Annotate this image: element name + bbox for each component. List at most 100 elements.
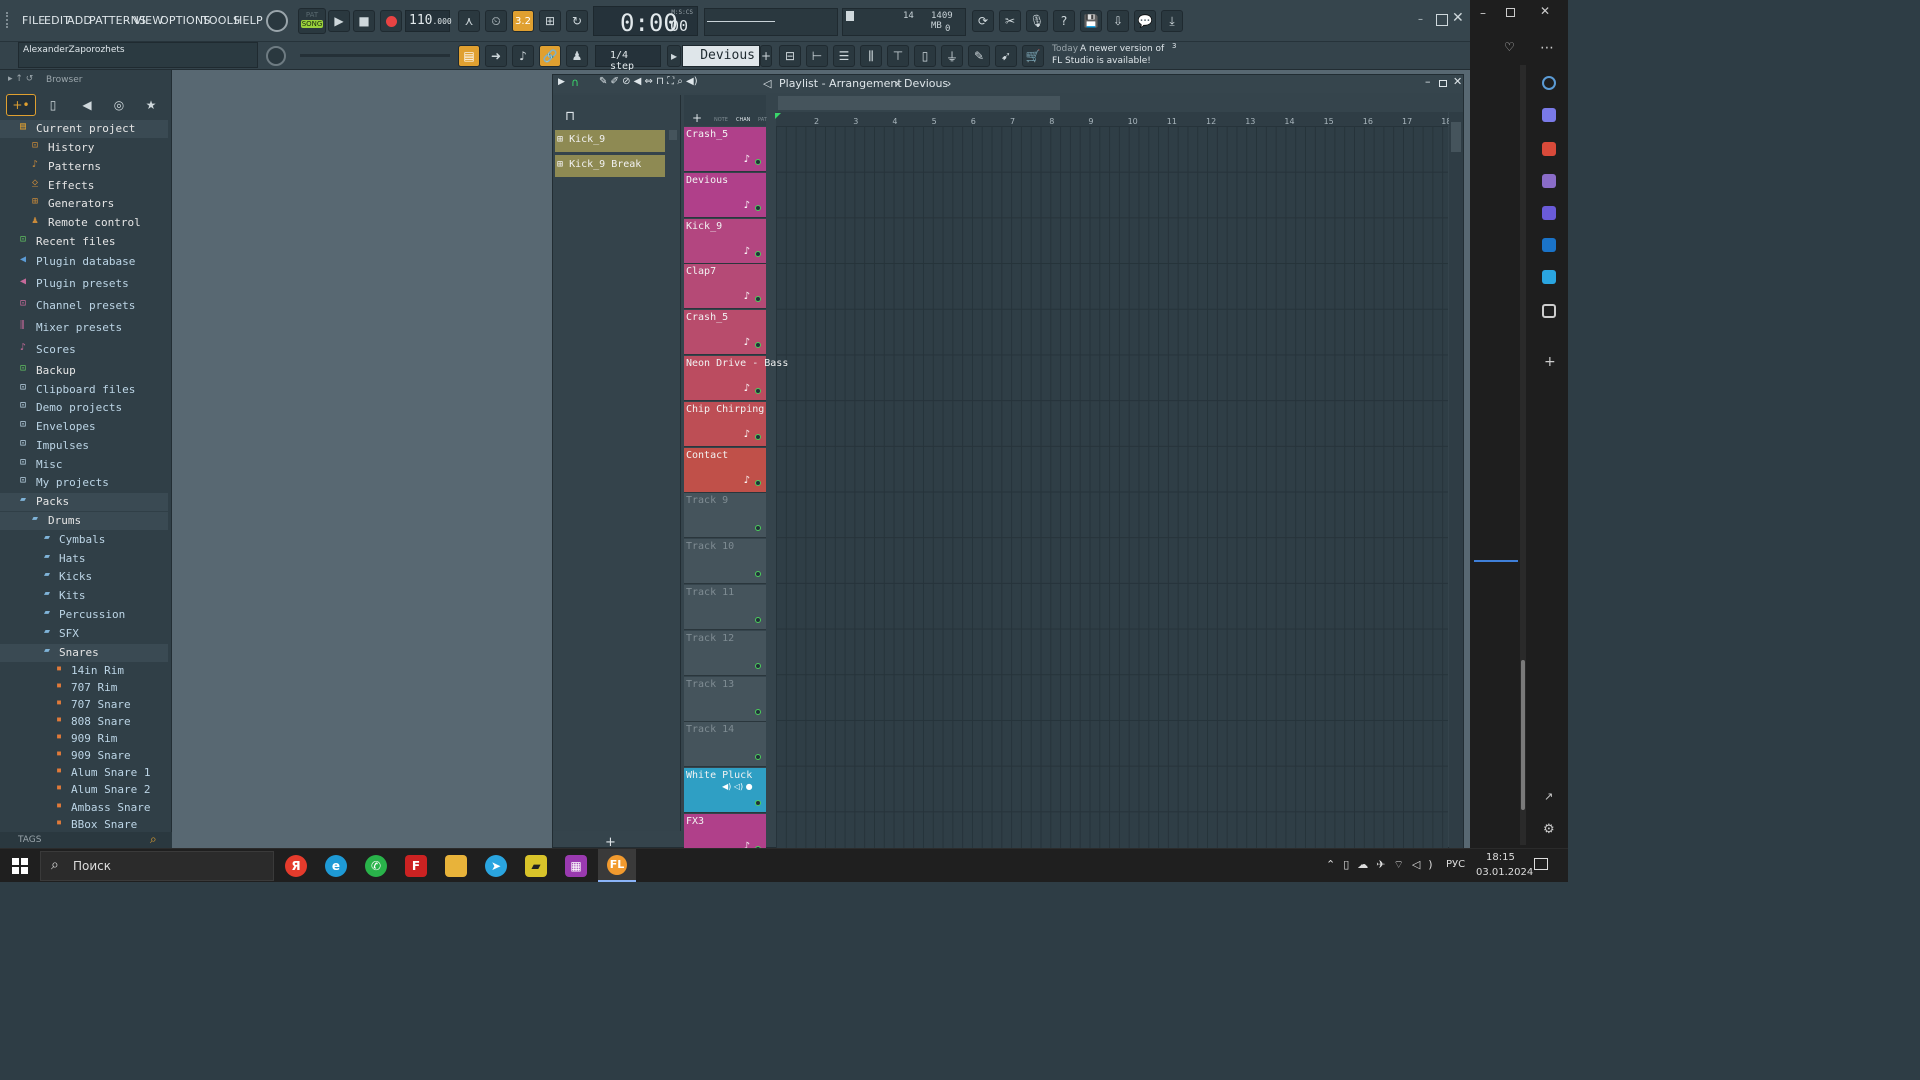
browser-favorites-tab[interactable]: ★ [140, 94, 162, 116]
countdown-button[interactable]: 3.2 [512, 10, 534, 32]
browser-files-tab[interactable]: ▯ [42, 94, 64, 116]
browser-item[interactable]: ⊡ Misc [0, 456, 168, 474]
track-header[interactable]: Neon Drive - Bass ♪ [684, 356, 788, 401]
tiles-app-icon[interactable]: ▰ [525, 855, 547, 877]
col-pat[interactable]: PAT [758, 117, 767, 123]
browser-item[interactable]: ▰ Kits [0, 587, 168, 605]
edge-collections-icon[interactable] [1542, 108, 1556, 122]
project-info-button[interactable]: ▯ [914, 45, 936, 67]
file-explorer-icon[interactable] [445, 855, 467, 877]
filezilla-icon[interactable]: F [405, 855, 427, 877]
edge-restore-icon[interactable] [1506, 8, 1515, 17]
browser-web-tab[interactable]: ◎ [108, 94, 130, 116]
track-enable-toggle[interactable] [755, 800, 761, 807]
track-enable-toggle[interactable] [755, 525, 761, 532]
browser-item[interactable]: ⊡ Impulses [0, 437, 168, 455]
browser-item[interactable]: ▰ SFX [0, 625, 168, 643]
track-enable-toggle[interactable] [755, 250, 761, 257]
browser-item[interactable]: ▪ Alum Snare 2 [0, 781, 168, 799]
browser-item[interactable]: ♟ Remote control [0, 214, 168, 232]
chat-button[interactable]: 💬 [1134, 10, 1156, 32]
download-button[interactable]: ⤓ [1161, 10, 1183, 32]
undo-history-button[interactable]: ⟳ [972, 10, 994, 32]
browser-item[interactable]: ⊡ Envelopes [0, 418, 168, 436]
edge-more-icon[interactable]: ⋯ [1540, 40, 1554, 56]
track-header[interactable]: Crash_5 ♪ [684, 310, 766, 356]
edge-search-icon[interactable] [1542, 76, 1556, 90]
browser-item[interactable]: ▰ Kicks [0, 568, 168, 586]
track-header[interactable]: Clap7 ♪ [684, 264, 766, 310]
browser-item[interactable]: ▰ Cymbals [0, 531, 168, 549]
edge-minimize-icon[interactable]: – [1480, 6, 1486, 20]
track-header[interactable]: Crash_5 ♪ [684, 127, 766, 172]
track-enable-toggle[interactable] [755, 479, 761, 486]
wait-input-button[interactable]: ⏲ [485, 10, 507, 32]
yandex-icon[interactable]: Я [285, 855, 307, 877]
help-button[interactable]: ? [1053, 10, 1075, 32]
browser-item[interactable]: ▪ 808 Snare [0, 713, 168, 731]
close-button[interactable]: ✕ [1452, 10, 1464, 26]
loop-record-button[interactable]: ↻ [566, 10, 588, 32]
browser-item[interactable]: ⊡ Recent files [0, 233, 168, 251]
browser-item[interactable]: ▪ 909 Rim [0, 730, 168, 748]
taskbar-search[interactable]: ⌕ Поиск [40, 851, 274, 881]
tray-language[interactable]: РУС [1446, 859, 1465, 870]
edge-add-icon[interactable]: + [1544, 354, 1556, 370]
browser-all-tab[interactable]: +• [6, 94, 36, 116]
timeline-scrollbar[interactable] [778, 96, 1060, 110]
tray-time[interactable]: 18:15 [1486, 852, 1515, 863]
browser-item[interactable]: ⊡ Demo projects [0, 399, 168, 417]
play-button[interactable]: ▶ [328, 10, 350, 32]
mixer-button[interactable]: ⊟ [779, 45, 801, 67]
marketplace-button[interactable]: ➹ [995, 45, 1017, 67]
browser-item[interactable]: ▤ Current project [0, 120, 168, 138]
maximize-button[interactable] [1436, 14, 1448, 26]
browser-item[interactable]: ⊡ Clipboard files [0, 381, 168, 399]
track-enable-toggle[interactable] [755, 388, 761, 394]
stop-button[interactable]: ■ [353, 10, 375, 32]
pitch-knob[interactable] [266, 46, 286, 66]
track-header[interactable]: Devious ♪ [684, 172, 766, 218]
edge-external-icon[interactable]: ↗ [1544, 790, 1553, 803]
col-chan[interactable]: CHAN [736, 117, 750, 123]
pattern-item[interactable]: ⊞ Kick_9 [555, 130, 665, 152]
track-header[interactable]: Track 9 [684, 493, 766, 539]
picker-scrollbar[interactable] [669, 130, 677, 140]
edge-tools-icon[interactable] [1542, 142, 1556, 156]
master-pitch-slider[interactable] [300, 54, 450, 57]
edge-icon[interactable]: e [325, 855, 347, 877]
browser-item[interactable]: ⫼ Mixer presets [0, 319, 168, 337]
browser-item[interactable]: ⊡ Backup [0, 362, 168, 380]
metronome-tool-button[interactable]: ♟ [566, 45, 588, 67]
pattern-picker-icon[interactable]: ⊓ [565, 109, 575, 124]
menu-file[interactable]: FILE [22, 14, 45, 27]
browser-item[interactable]: ⊞ Generators [0, 195, 168, 213]
magnet-icon[interactable]: ∩ [571, 76, 579, 89]
track-enable-toggle[interactable] [755, 433, 761, 440]
col-note[interactable]: NOTE [714, 117, 728, 123]
windows-start-icon[interactable] [12, 858, 28, 874]
track-header[interactable]: Track 14 [684, 722, 766, 768]
tempo-display[interactable]: 110.000 [405, 10, 452, 32]
browser-item[interactable]: ▪ 909 Snare [0, 747, 168, 765]
news-panel[interactable]: Today A newer version of FL Studio is av… [1048, 42, 1186, 69]
track-enable-toggle[interactable] [755, 159, 761, 165]
edge-calendar-icon[interactable] [1542, 304, 1556, 318]
track-header[interactable]: White Pluck ◀) ◁) ● [684, 768, 766, 814]
edge-close-icon[interactable]: ✕ [1540, 4, 1550, 18]
menu-help[interactable]: HELP [234, 14, 263, 27]
shop-button[interactable]: 🛒 [1022, 45, 1044, 67]
browser-nav-icon[interactable]: ▸ ↑ ↺ [8, 74, 33, 84]
draw-tools-icon[interactable]: ✎ ✐ ⊘ ◀ ⇔ ⊓ ⛶ ⌕ ◀) [599, 76, 698, 87]
browser-item[interactable]: ⍚ Effects [0, 177, 168, 195]
mixer-faders-button[interactable]: ⫼ [860, 45, 882, 67]
browser-item[interactable]: ▪ 14in Rim [0, 662, 168, 680]
browser-item[interactable]: ⊡ Channel presets [0, 297, 168, 315]
playlist-button[interactable]: ▤ [458, 45, 480, 67]
step-edit-button[interactable]: ⊞ [539, 10, 561, 32]
track-enable-toggle[interactable] [755, 754, 761, 761]
track-header[interactable]: Track 11 [684, 585, 766, 630]
browser-item[interactable]: ▰ Percussion [0, 606, 168, 624]
edge-scroll-thumb[interactable] [1521, 660, 1525, 810]
export-button[interactable]: ⇩ [1107, 10, 1129, 32]
